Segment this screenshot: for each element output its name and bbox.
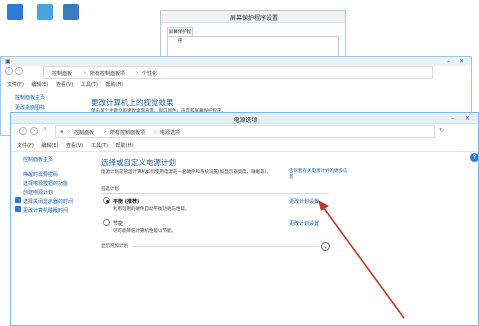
arrow-shaft <box>322 206 405 319</box>
arrow-head <box>318 200 329 211</box>
annotation-arrow <box>318 200 405 319</box>
